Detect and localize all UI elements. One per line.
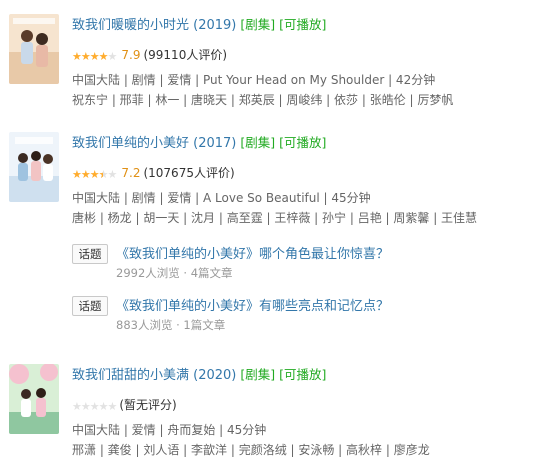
topic-stats: 2992人浏览 · 4篇文章	[116, 266, 233, 280]
rating-row: ★★★★★★7.2(107675人评价)	[72, 164, 550, 182]
star-empty-icon: ★	[80, 400, 91, 413]
result-info: 致我们甜甜的小美满 (2020) [剧集] [可播放] ★★★★★ (暂无评分) 中国…	[72, 364, 550, 460]
tag-playable[interactable]: [可播放]	[279, 17, 326, 32]
star-full-icon: ★	[89, 168, 100, 181]
result-info: 致我们单纯的小美好 (2017)[剧集][可播放] ★★★★★★7.2(1076…	[72, 132, 550, 228]
star-empty-icon: ★	[107, 400, 118, 413]
result-meta: 中国大陆 | 剧情 | 爱情 | A Love So Beautiful | 4…	[72, 191, 371, 205]
poster-thumbnail[interactable]	[9, 364, 59, 434]
star-rating-icon: ★★★★★	[72, 48, 118, 66]
rating-score: 7.9	[121, 48, 141, 62]
tag-playable[interactable]: [可播放]	[279, 135, 326, 150]
star-full-icon: ★	[89, 50, 100, 63]
tag-playable[interactable]: [可播放]	[279, 367, 326, 382]
star-empty-icon: ★	[107, 168, 118, 181]
tag-series[interactable]: [剧集]	[240, 135, 275, 150]
rating-votes: (107675人评价)	[143, 166, 235, 180]
result-cast: 祝东宁 | 邢菲 | 林一 | 唐晓天 | 郑英辰 | 周峻纬 | 依莎 | 张…	[72, 93, 454, 107]
star-full-icon: ★	[72, 168, 82, 181]
poster-image	[9, 364, 59, 434]
tag-series[interactable]: [剧集]	[240, 367, 275, 382]
rating-row: ★★★★★ (暂无评分)	[72, 396, 550, 414]
poster-thumbnail[interactable]	[9, 14, 59, 84]
poster-image	[9, 14, 59, 84]
topic-stats: 883人浏览 · 1篇文章	[116, 318, 226, 332]
poster-thumbnail[interactable]	[9, 132, 59, 202]
star-empty-icon: ★	[89, 400, 100, 413]
result-cast: 邢潇 | 龚俊 | 刘人语 | 李歆洋 | 完颜洛绒 | 安泳畅 | 高秋梓 |…	[72, 443, 430, 457]
result-title[interactable]: 致我们单纯的小美好 (2017)	[72, 136, 236, 151]
star-full-icon: ★	[80, 168, 91, 181]
star-empty-icon: ★	[98, 400, 109, 413]
rating-score: 7.2	[121, 166, 141, 180]
topic-title[interactable]: 《致我们单纯的小美好》有哪些亮点和记忆点？	[116, 295, 389, 314]
topic-badge[interactable]: 话题	[72, 244, 108, 264]
topic-badge[interactable]: 话题	[72, 296, 108, 316]
star-full-icon: ★	[80, 50, 91, 63]
star-rating-icon: ★★★★★	[72, 398, 118, 416]
star-half-icon: ★★	[98, 168, 109, 181]
star-full-icon: ★	[72, 50, 82, 63]
poster-image	[9, 132, 59, 202]
result-meta: 中国大陆 | 剧情 | 爱情 | Put Your Head on My Sho…	[72, 73, 436, 87]
topic-title[interactable]: 《致我们单纯的小美好》哪个角色最让你惊喜？	[116, 243, 389, 262]
star-rating-icon: ★★★★★★	[72, 166, 118, 184]
result-title[interactable]: 致我们甜甜的小美满 (2020)	[72, 368, 236, 383]
star-full-icon: ★	[98, 50, 109, 63]
result-cast: 唐彬 | 杨龙 | 胡一天 | 沈月 | 高至霆 | 王梓薇 | 孙宁 | 吕艳…	[72, 211, 478, 225]
rating-votes: (暂无评分)	[119, 398, 177, 412]
rating-votes: (99110人评价)	[143, 48, 228, 62]
result-meta: 中国大陆 | 爱情 | 舟而复始 | 45分钟	[72, 423, 267, 437]
result-info: 致我们暖暖的小时光 (2019) [剧集] [可播放] ★★★★★ 7.9 (99110…	[72, 14, 550, 110]
star-empty-icon: ★	[72, 400, 82, 413]
tag-series[interactable]: [剧集]	[240, 17, 275, 32]
rating-row: ★★★★★ 7.9 (99110人评价)	[72, 46, 550, 64]
star-empty-icon: ★	[107, 50, 118, 63]
result-title[interactable]: 致我们暖暖的小时光 (2019)	[72, 18, 236, 33]
